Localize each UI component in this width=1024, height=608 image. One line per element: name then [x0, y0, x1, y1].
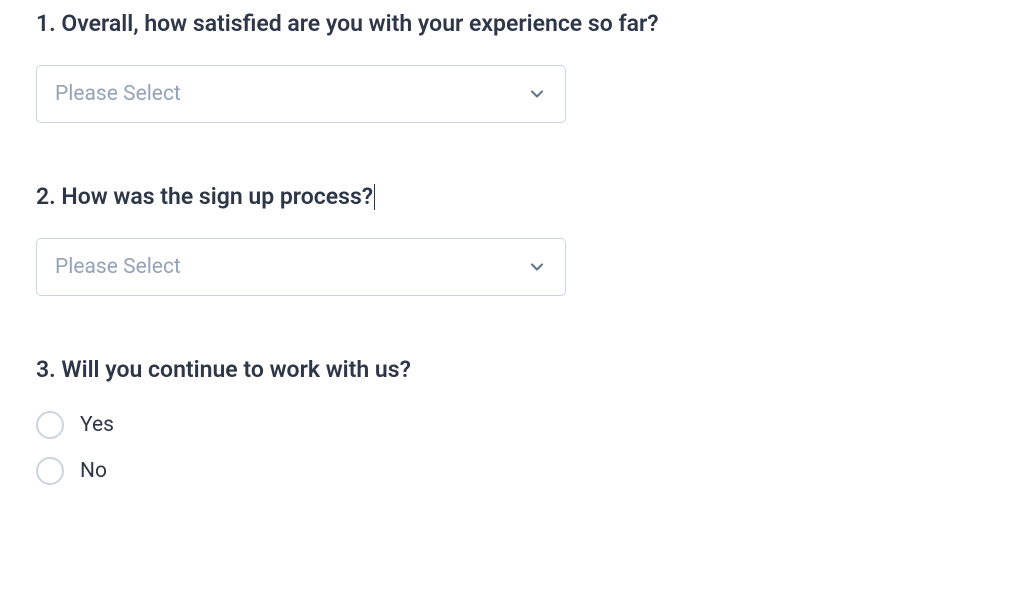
question-1-label: 1. Overall, how satisfied are you with y… — [36, 10, 988, 37]
question-2-number: 2. — [36, 183, 56, 210]
question-2-text: How was the sign up process? — [61, 183, 373, 210]
radio-label-no: No — [80, 459, 107, 483]
question-2-label: 2. How was the sign up process? — [36, 183, 988, 210]
chevron-down-icon — [527, 257, 547, 277]
question-3: 3. Will you continue to work with us? Ye… — [36, 356, 988, 485]
question-3-label: 3. Will you continue to work with us? — [36, 356, 988, 383]
radio-label-yes: Yes — [80, 413, 114, 437]
radio-group: Yes No — [36, 411, 988, 485]
chevron-down-icon — [527, 84, 547, 104]
question-3-text: Will you continue to work with us? — [61, 356, 411, 383]
radio-circle-icon — [36, 457, 64, 485]
question-1-select[interactable]: Please Select — [36, 65, 566, 123]
select-placeholder: Please Select — [55, 255, 181, 279]
text-cursor — [374, 184, 375, 210]
question-2-select[interactable]: Please Select — [36, 238, 566, 296]
question-1: 1. Overall, how satisfied are you with y… — [36, 10, 988, 123]
radio-option-no[interactable]: No — [36, 457, 988, 485]
radio-option-yes[interactable]: Yes — [36, 411, 988, 439]
question-3-number: 3. — [36, 356, 56, 383]
question-1-number: 1. — [36, 10, 56, 37]
radio-circle-icon — [36, 411, 64, 439]
question-1-text: Overall, how satisfied are you with your… — [61, 10, 658, 37]
question-2: 2. How was the sign up process? Please S… — [36, 183, 988, 296]
select-placeholder: Please Select — [55, 82, 181, 106]
